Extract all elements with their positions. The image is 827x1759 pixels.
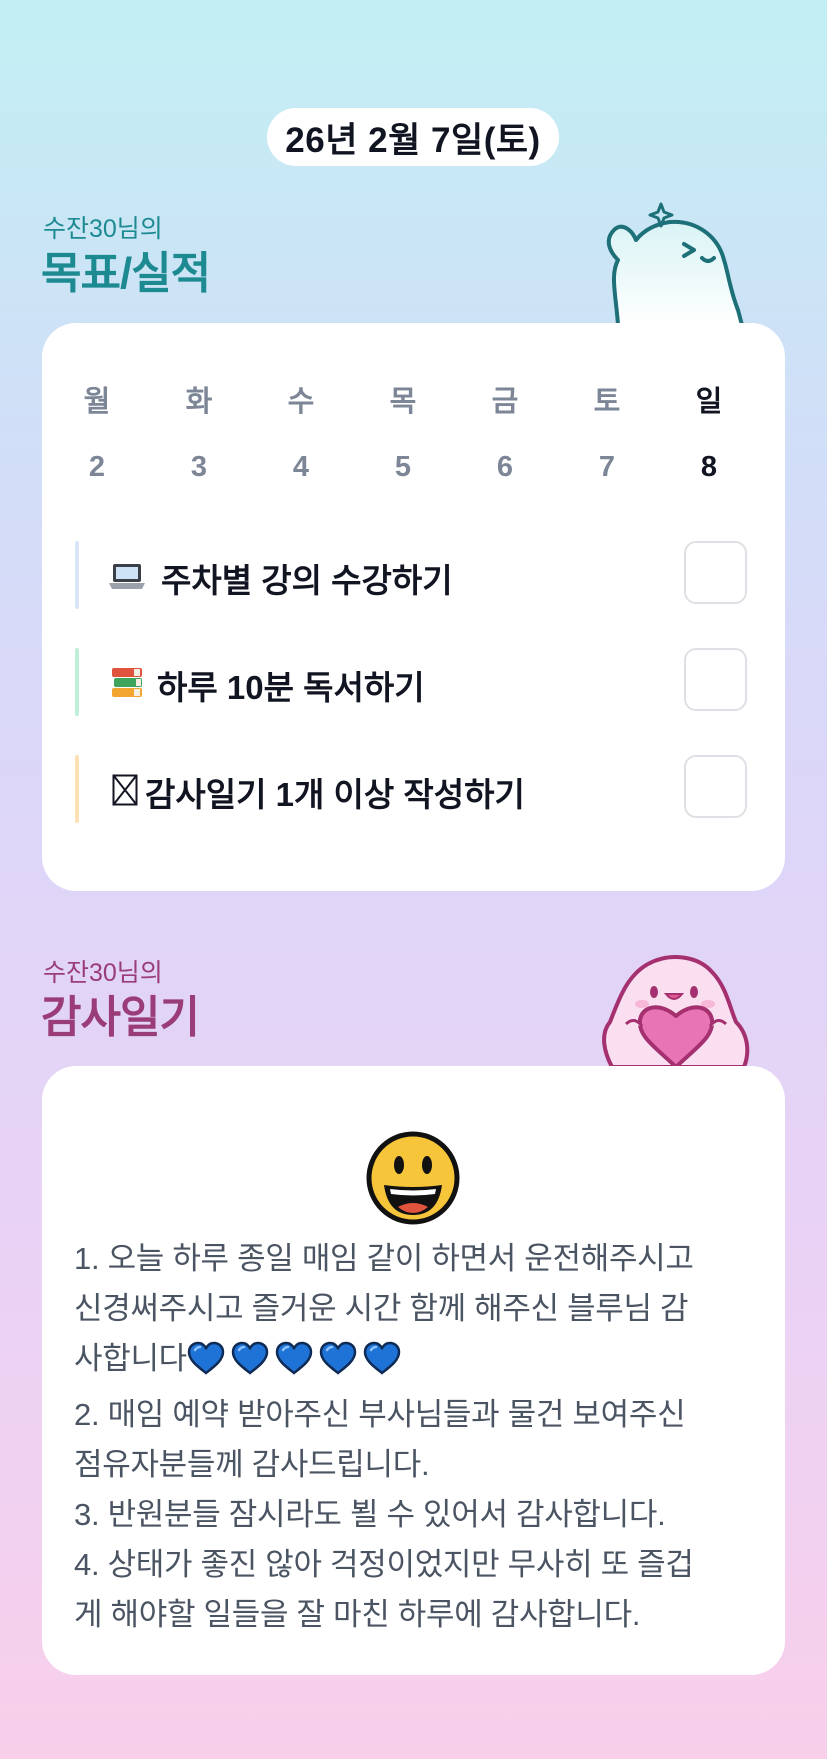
date-row: 2 3 4 5 6 7 8 (42, 451, 785, 484)
weekday-mon: 월 (83, 386, 111, 418)
diary-line: 4. 상태가 좋진 않아 걱정이었지만 무사히 또 즐겁 (74, 1547, 694, 1582)
weekday-fri: 금 (491, 386, 519, 418)
goal-item: 주차별 강의 수강하기 (75, 541, 755, 609)
goal-label: 하루 10분 독서하기 (157, 669, 425, 706)
date-cell[interactable]: 3 (148, 451, 250, 484)
goal-label: 주차별 강의 수강하기 (161, 562, 453, 599)
date-cell[interactable]: 4 (250, 451, 352, 484)
blue-heart-icon (231, 1340, 269, 1390)
goal-checkbox[interactable] (684, 541, 747, 604)
goal-label: 감사일기 1개 이상 작성하기 (145, 776, 525, 813)
weekday-wed: 수 (287, 386, 315, 418)
blue-heart-icon (363, 1340, 401, 1390)
weekday-row: 월 화 수 목 금 토 일 (42, 378, 785, 420)
blue-heart-icon (187, 1340, 225, 1390)
weekday-thu: 목 (389, 386, 417, 418)
date-label: 26년 2월 7일(토) (267, 108, 559, 166)
blue-heart-icon (275, 1340, 313, 1390)
diary-line: 신경써주시고 즐거운 시간 함께 해주신 블루님 감 (74, 1291, 689, 1326)
grinning-face-icon (366, 1131, 460, 1230)
date-cell[interactable]: 6 (454, 451, 556, 484)
diary-text: 1. 오늘 하루 종일 매임 같이 하면서 운전해주시고 신경써주시고 즐거운 … (74, 1234, 764, 1640)
date-cell[interactable]: 2 (46, 451, 148, 484)
laptop-icon (107, 556, 147, 596)
diary-section-title: 감사일기 (41, 993, 200, 1042)
missing-glyph-icon (105, 770, 145, 810)
date-cell[interactable]: 5 (352, 451, 454, 484)
diary-line: 사합니다 (74, 1334, 764, 1390)
mascot-heart-icon (598, 942, 758, 1072)
goal-color-bar (75, 755, 79, 823)
books-icon (107, 663, 147, 703)
diary-line: 2. 매임 예약 받아주신 부사님들과 물건 보여주신 (74, 1397, 686, 1432)
diary-line: 게 해야할 일들을 잘 마친 하루에 감사합니다. (74, 1597, 641, 1632)
weekday-sun: 일 (695, 386, 723, 418)
goal-checkbox[interactable] (684, 648, 747, 711)
goal-item: 감사일기 1개 이상 작성하기 (75, 755, 755, 823)
diary-line: 1. 오늘 하루 종일 매임 같이 하면서 운전해주시고 (74, 1241, 694, 1276)
goal-color-bar (75, 648, 79, 716)
weekday-sat: 토 (593, 386, 621, 418)
diary-line-text: 사합니다 (74, 1341, 187, 1376)
goal-checkbox[interactable] (684, 755, 747, 818)
mascot-ghost-icon (598, 200, 758, 330)
date-cell-selected[interactable]: 8 (658, 451, 760, 484)
diary-card: 1. 오늘 하루 종일 매임 같이 하면서 운전해주시고 신경써주시고 즐거운 … (42, 1066, 785, 1675)
goals-card: 월 화 수 목 금 토 일 2 3 4 5 6 7 8 주차별 강의 수강하기 (42, 323, 785, 891)
weekday-tue: 화 (185, 386, 213, 418)
diary-line: 3. 반원분들 잠시라도 뵐 수 있어서 감사합니다. (74, 1497, 666, 1532)
goal-item: 하루 10분 독서하기 (75, 648, 755, 716)
blue-hearts (187, 1341, 407, 1376)
date-cell[interactable]: 7 (556, 451, 658, 484)
blue-heart-icon (319, 1340, 357, 1390)
goal-color-bar (75, 541, 79, 609)
goals-section-title: 목표/실적 (41, 249, 211, 298)
diary-line: 점유자분들께 감사드립니다. (74, 1447, 430, 1482)
